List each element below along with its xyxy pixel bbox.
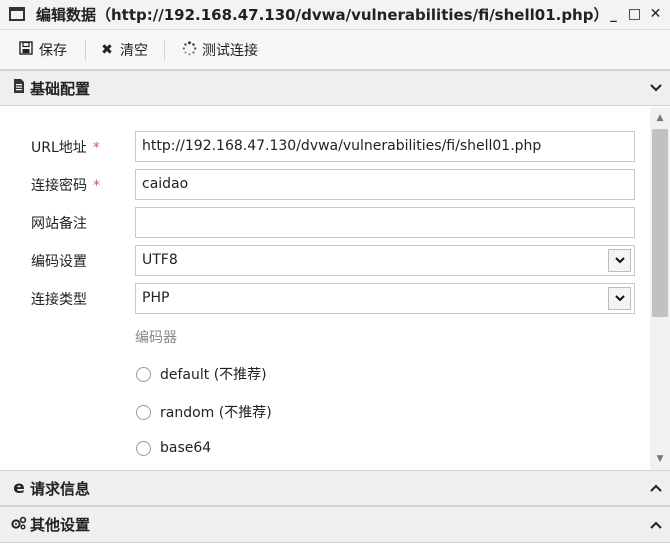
- note-row: 网站备注: [0, 207, 650, 239]
- radio-icon[interactable]: [136, 404, 151, 420]
- type-select[interactable]: PHP: [135, 283, 635, 314]
- clear-button[interactable]: ✖ 清空: [99, 39, 148, 61]
- section-request-label: 请求信息: [30, 479, 91, 498]
- close-button[interactable]: ✕: [647, 5, 664, 23]
- encoding-row: 编码设置 UTF8: [0, 245, 650, 277]
- section-basic-header[interactable]: 基础配置: [0, 70, 670, 106]
- url-label: URL地址 *: [31, 140, 100, 156]
- test-connection-label: 测试连接: [202, 43, 258, 59]
- url-row: URL地址 * http://192.168.47.130/dvwa/vulner…: [0, 131, 650, 163]
- encoder-option-label: random (不推荐): [160, 405, 272, 421]
- encoder-title: 编码器: [135, 330, 177, 346]
- toolbar-divider: [85, 39, 86, 61]
- save-button[interactable]: 保存: [18, 39, 67, 61]
- minimize-button[interactable]: _: [605, 5, 622, 23]
- gears-icon: [11, 516, 27, 534]
- radio-icon[interactable]: [136, 366, 151, 382]
- type-label: 连接类型: [31, 292, 87, 308]
- window-controls: _ □ ✕: [605, 5, 664, 23]
- window-titlebar: 编辑数据（http://192.168.47.130/dvwa/vulnerab…: [0, 0, 670, 30]
- document-icon: [11, 79, 27, 97]
- toolbar: 保存 ✖ 清空 测试连接: [0, 30, 670, 70]
- encoding-value: UTF8: [142, 252, 178, 268]
- toolbar-divider: [164, 39, 165, 61]
- section-other-label: 其他设置: [30, 516, 91, 534]
- maximize-button[interactable]: □: [626, 5, 643, 23]
- encoder-option-label: base64: [160, 440, 212, 456]
- encoder-option-label: default (不推荐): [160, 367, 267, 383]
- note-input[interactable]: [135, 207, 635, 238]
- vertical-scrollbar[interactable]: ▲ ▼: [650, 107, 670, 470]
- spinner-icon: [181, 40, 197, 60]
- encoding-label: 编码设置: [31, 254, 87, 270]
- section-basic-label: 基础配置: [30, 79, 91, 98]
- url-input[interactable]: http://192.168.47.130/dvwa/vulnerabiliti…: [135, 131, 635, 162]
- chevron-up-icon: [650, 518, 662, 532]
- chevron-down-icon: [650, 81, 662, 95]
- chevron-down-icon[interactable]: [608, 287, 631, 310]
- chevron-up-icon: [650, 481, 662, 495]
- encoder-option-random[interactable]: random (不推荐): [136, 402, 272, 422]
- radio-icon[interactable]: [136, 440, 151, 456]
- encoder-option-default[interactable]: default (不推荐): [136, 364, 267, 384]
- window-icon: [9, 7, 25, 21]
- window-title: 编辑数据（http://192.168.47.130/dvwa/vulnerab…: [36, 6, 609, 24]
- test-connection-button[interactable]: 测试连接: [181, 39, 258, 61]
- save-label: 保存: [39, 43, 67, 59]
- floppy-icon: [18, 41, 34, 59]
- required-mark: *: [93, 178, 100, 194]
- scrollbar-thumb[interactable]: [652, 129, 668, 317]
- chevron-down-icon[interactable]: [608, 249, 631, 272]
- section-request-header[interactable]: e 请求信息: [0, 470, 670, 506]
- password-label: 连接密码 *: [31, 178, 100, 194]
- password-input[interactable]: caidao: [135, 169, 635, 200]
- password-row: 连接密码 * caidao: [0, 169, 650, 201]
- e-icon: e: [13, 478, 25, 498]
- scroll-down-arrow-icon[interactable]: ▼: [650, 450, 670, 468]
- x-icon: ✖: [101, 42, 113, 58]
- basic-config-panel: URL地址 * http://192.168.47.130/dvwa/vulner…: [0, 107, 650, 470]
- note-label: 网站备注: [31, 216, 87, 232]
- clear-label: 清空: [120, 43, 148, 59]
- scroll-up-arrow-icon[interactable]: ▲: [650, 109, 670, 127]
- section-other-header[interactable]: 其他设置: [0, 506, 670, 543]
- type-value: PHP: [142, 290, 170, 306]
- encoder-option-base64[interactable]: base64: [136, 440, 211, 456]
- required-mark: *: [92, 140, 100, 156]
- type-row: 连接类型 PHP: [0, 283, 650, 315]
- encoding-select[interactable]: UTF8: [135, 245, 635, 276]
